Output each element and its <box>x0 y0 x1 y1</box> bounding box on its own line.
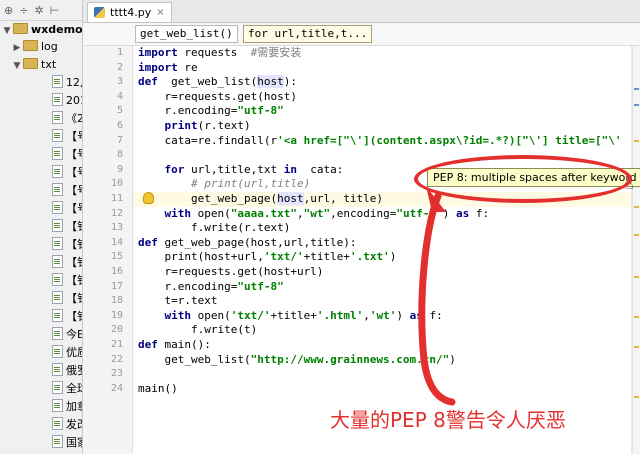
annotation-caption: 大量的PEP 8警告令人厌恶 <box>330 408 566 432</box>
annotation-arrow <box>418 186 456 406</box>
